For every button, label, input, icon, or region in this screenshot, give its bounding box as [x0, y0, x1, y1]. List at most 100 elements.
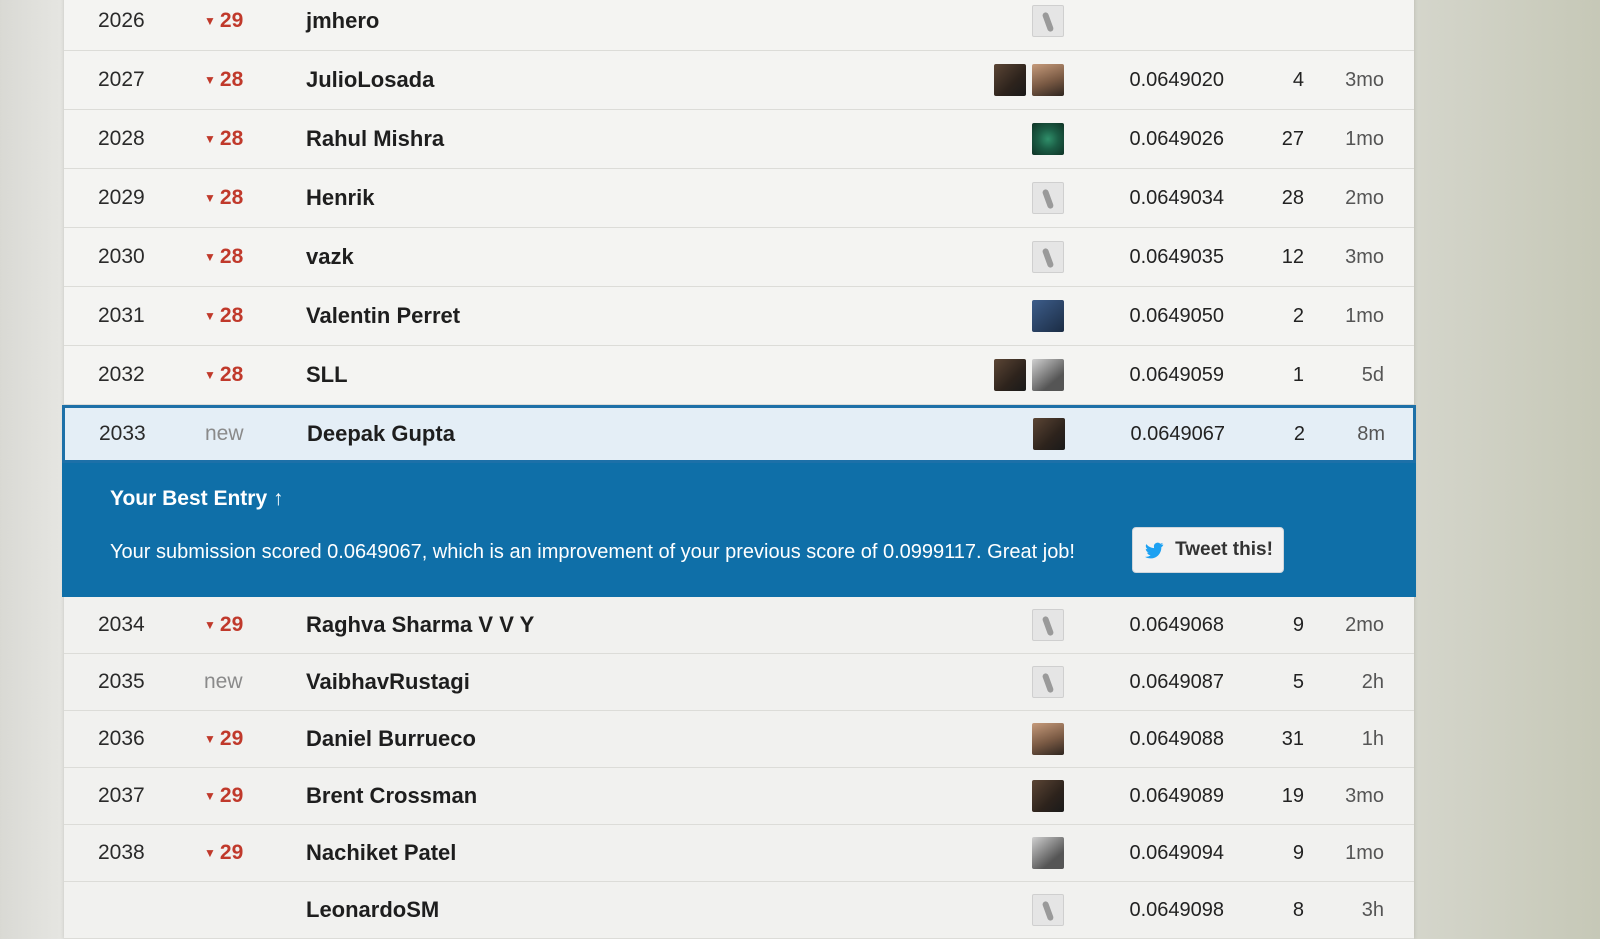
leaderboard-row[interactable]: LeonardoSM 0.0649098 8 3h: [64, 882, 1414, 939]
avatar[interactable]: [1032, 837, 1064, 869]
score-cell: 0.0649087: [1129, 670, 1224, 693]
best-entry-banner: Your Best Entry ↑ Your submission scored…: [62, 463, 1416, 597]
leaderboard-row[interactable]: 2036 ▼ 29 Daniel Burrueco 0.0649088 31 1h: [64, 711, 1414, 768]
rank-change-cell: ▼ 28: [204, 228, 294, 286]
avatar[interactable]: [1032, 780, 1064, 812]
entries-cell: 12: [1281, 245, 1304, 268]
leaderboard-row[interactable]: 2030 ▼ 28 vazk 0.0649035 12 3mo: [64, 228, 1414, 287]
avatar[interactable]: [1032, 182, 1064, 214]
avatar[interactable]: [1032, 64, 1064, 96]
team-members: [964, 0, 1064, 50]
rank-change-value: 28: [219, 363, 244, 386]
avatar[interactable]: [1032, 5, 1064, 37]
rank-cell: 2037: [98, 784, 145, 807]
rank-down-icon: ▼: [204, 618, 216, 632]
entries-cell: 2: [1293, 422, 1305, 445]
team-name[interactable]: Nachiket Patel: [306, 825, 866, 881]
rank-change-cell: new: [205, 422, 244, 445]
team-name[interactable]: jmhero: [306, 0, 866, 50]
rank-change-cell: [204, 882, 294, 938]
avatar[interactable]: [1032, 894, 1064, 926]
avatar[interactable]: [1032, 241, 1064, 273]
entries-cell: 9: [1292, 841, 1304, 864]
team-name[interactable]: JulioLosada: [306, 51, 866, 109]
team-name[interactable]: VaibhavRustagi: [306, 654, 866, 710]
leaderboard-row[interactable]: 2035 new VaibhavRustagi 0.0649087 5 2h: [64, 654, 1414, 711]
team-name[interactable]: Raghva Sharma V V Y: [306, 597, 866, 653]
score-cell: 0.0649089: [1129, 784, 1224, 807]
rank-down-icon: ▼: [204, 250, 216, 264]
avatar[interactable]: [1032, 666, 1064, 698]
leaderboard-row[interactable]: 2027 ▼ 28 JulioLosada 0.0649020 4 3mo: [64, 51, 1414, 110]
avatar[interactable]: [1032, 723, 1064, 755]
leaderboard-row[interactable]: 2032 ▼ 28 SLL 0.0649059 1 5d: [64, 346, 1414, 405]
entries-cell: 2: [1292, 304, 1304, 327]
score-cell: 0.0649098: [1129, 898, 1224, 921]
score-cell: 0.0649026: [1129, 127, 1224, 150]
rank-down-icon: ▼: [204, 789, 216, 803]
best-entry-message: Your submission scored 0.0649067, which …: [110, 541, 1075, 563]
rank-change-value: 28: [219, 304, 244, 327]
rank-change-value: 28: [219, 127, 244, 150]
leaderboard-row[interactable]: 2038 ▼ 29 Nachiket Patel 0.0649094 9 1mo: [64, 825, 1414, 882]
rank-change-cell: ▼ 28: [204, 110, 294, 168]
team-name[interactable]: vazk: [306, 228, 866, 286]
avatar[interactable]: [994, 64, 1026, 96]
avatar[interactable]: [1032, 123, 1064, 155]
team-name[interactable]: SLL: [306, 346, 866, 404]
score-cell: 0.0649059: [1129, 363, 1224, 386]
team-name[interactable]: Deepak Gupta: [307, 408, 867, 460]
leaderboard-row[interactable]: 2029 ▼ 28 Henrik 0.0649034 28 2mo: [64, 169, 1414, 228]
rank-change-cell: ▼ 29: [204, 597, 294, 653]
team-name[interactable]: LeonardoSM: [306, 882, 866, 938]
rank-cell: 2026: [98, 9, 145, 32]
team-name[interactable]: Rahul Mishra: [306, 110, 866, 168]
team-members: [964, 825, 1064, 881]
leaderboard-rows-below: 2034 ▼ 29 Raghva Sharma V V Y 0.0649068 9 2mo 2…: [64, 597, 1414, 939]
my-entry-row[interactable]: 2033 new Deepak Gupta 0.0649067 2 8m: [62, 405, 1416, 463]
last-submission-cell: 2h: [1361, 670, 1384, 693]
rank-change-cell: new: [204, 654, 294, 710]
team-members: [965, 408, 1065, 460]
last-submission-cell: 1mo: [1345, 304, 1384, 327]
avatar[interactable]: [994, 359, 1026, 391]
team-name[interactable]: Henrik: [306, 169, 866, 227]
entries-cell: 4: [1292, 68, 1304, 91]
leaderboard-row[interactable]: 2037 ▼ 29 Brent Crossman 0.0649089 19 3mo: [64, 768, 1414, 825]
last-submission-cell: 1h: [1361, 727, 1384, 750]
score-cell: 0.0649067: [1130, 422, 1225, 445]
rank-change-value: 29: [219, 727, 244, 750]
entries-cell: 9: [1292, 613, 1304, 636]
entries-cell: 28: [1281, 186, 1304, 209]
rank-cell: 2030: [98, 245, 145, 268]
leaderboard-row[interactable]: 2028 ▼ 28 Rahul Mishra 0.0649026 27 1mo: [64, 110, 1414, 169]
avatar[interactable]: [1032, 609, 1064, 641]
rank-down-icon: ▼: [204, 132, 216, 146]
team-members: [964, 51, 1064, 109]
rank-change-value: 28: [219, 245, 244, 268]
team-name[interactable]: Brent Crossman: [306, 768, 866, 824]
leaderboard-row[interactable]: 2026 ▼ 29 jmhero: [64, 0, 1414, 51]
entries-cell: 5: [1292, 670, 1304, 693]
score-cell: 0.0649034: [1129, 186, 1224, 209]
entries-cell: 27: [1281, 127, 1304, 150]
avatar[interactable]: [1032, 359, 1064, 391]
rank-change-cell: ▼ 28: [204, 169, 294, 227]
avatar[interactable]: [1032, 300, 1064, 332]
leaderboard-row[interactable]: 2034 ▼ 29 Raghva Sharma V V Y 0.0649068 9 2mo: [64, 597, 1414, 654]
avatar[interactable]: [1033, 418, 1065, 450]
team-name[interactable]: Valentin Perret: [306, 287, 866, 345]
tweet-button[interactable]: Tweet this!: [1132, 527, 1284, 573]
rank-down-icon: ▼: [204, 73, 216, 87]
last-submission-cell: 3mo: [1345, 68, 1384, 91]
rank-change-value: 29: [219, 9, 244, 32]
score-cell: [1094, 0, 1224, 50]
rank-change-value: 28: [219, 68, 244, 91]
last-submission-cell: 1mo: [1345, 841, 1384, 864]
rank-cell: 2031: [98, 304, 145, 327]
leaderboard-row[interactable]: 2031 ▼ 28 Valentin Perret 0.0649050 2 1mo: [64, 287, 1414, 346]
last-submission-cell: 5d: [1361, 363, 1384, 386]
team-name[interactable]: Daniel Burrueco: [306, 711, 866, 767]
last-submission-cell: 3mo: [1345, 784, 1384, 807]
rank-change-value: 29: [219, 613, 244, 636]
